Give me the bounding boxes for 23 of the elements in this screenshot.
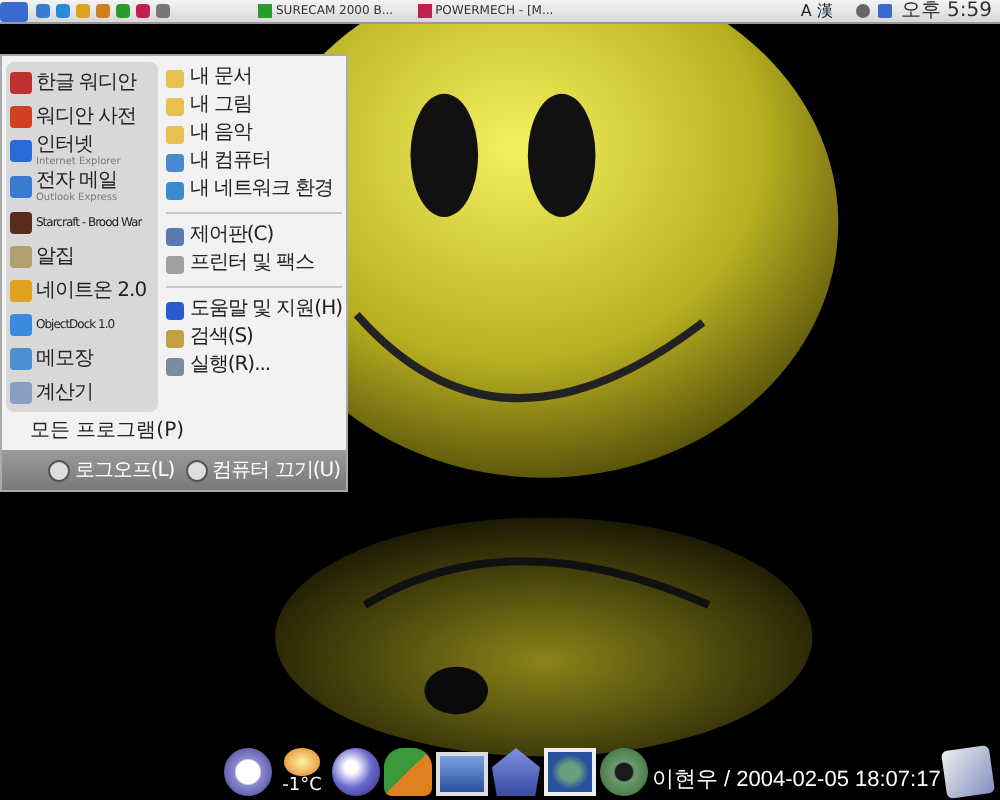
program-item[interactable]: 한글 워디안 [10,66,154,98]
program-item[interactable]: 네이트온 2.0 [10,274,154,306]
monitor-icon[interactable] [544,748,596,796]
place-item[interactable]: 제어판(C) [165,224,342,248]
place-item[interactable]: 검색(S) [165,326,342,350]
place-item[interactable]: 내 컴퓨터 [165,150,342,174]
weather-widget[interactable]: -1°C [276,748,328,796]
program-item[interactable]: 메모장 [10,342,154,374]
program-item[interactable]: 계산기 [10,376,154,408]
program-item[interactable]: 알집 [10,240,154,272]
monitor-icon[interactable] [436,752,488,796]
program-item[interactable]: 워디안 사전 [10,100,154,132]
place-item[interactable]: 내 문서 [165,66,342,90]
clock: 오후 5:59 [900,0,992,22]
all-programs-link[interactable]: 모든 프로그램(P) [2,412,346,450]
place-item[interactable]: 프린터 및 팩스 [165,252,342,276]
place-item[interactable]: 내 그림 [165,94,342,118]
place-item[interactable]: 내 음악 [165,122,342,146]
place-item[interactable]: 도움말 및 지원(H) [165,298,342,322]
place-item[interactable]: 실행(R)... [165,354,342,378]
place-item[interactable]: 내 네트워크 환경 [165,178,342,202]
input-method-indicator[interactable]: A 漢 [800,0,833,22]
dock-caption: 이현우 / 2004-02-05 18:07:17 [652,766,941,796]
